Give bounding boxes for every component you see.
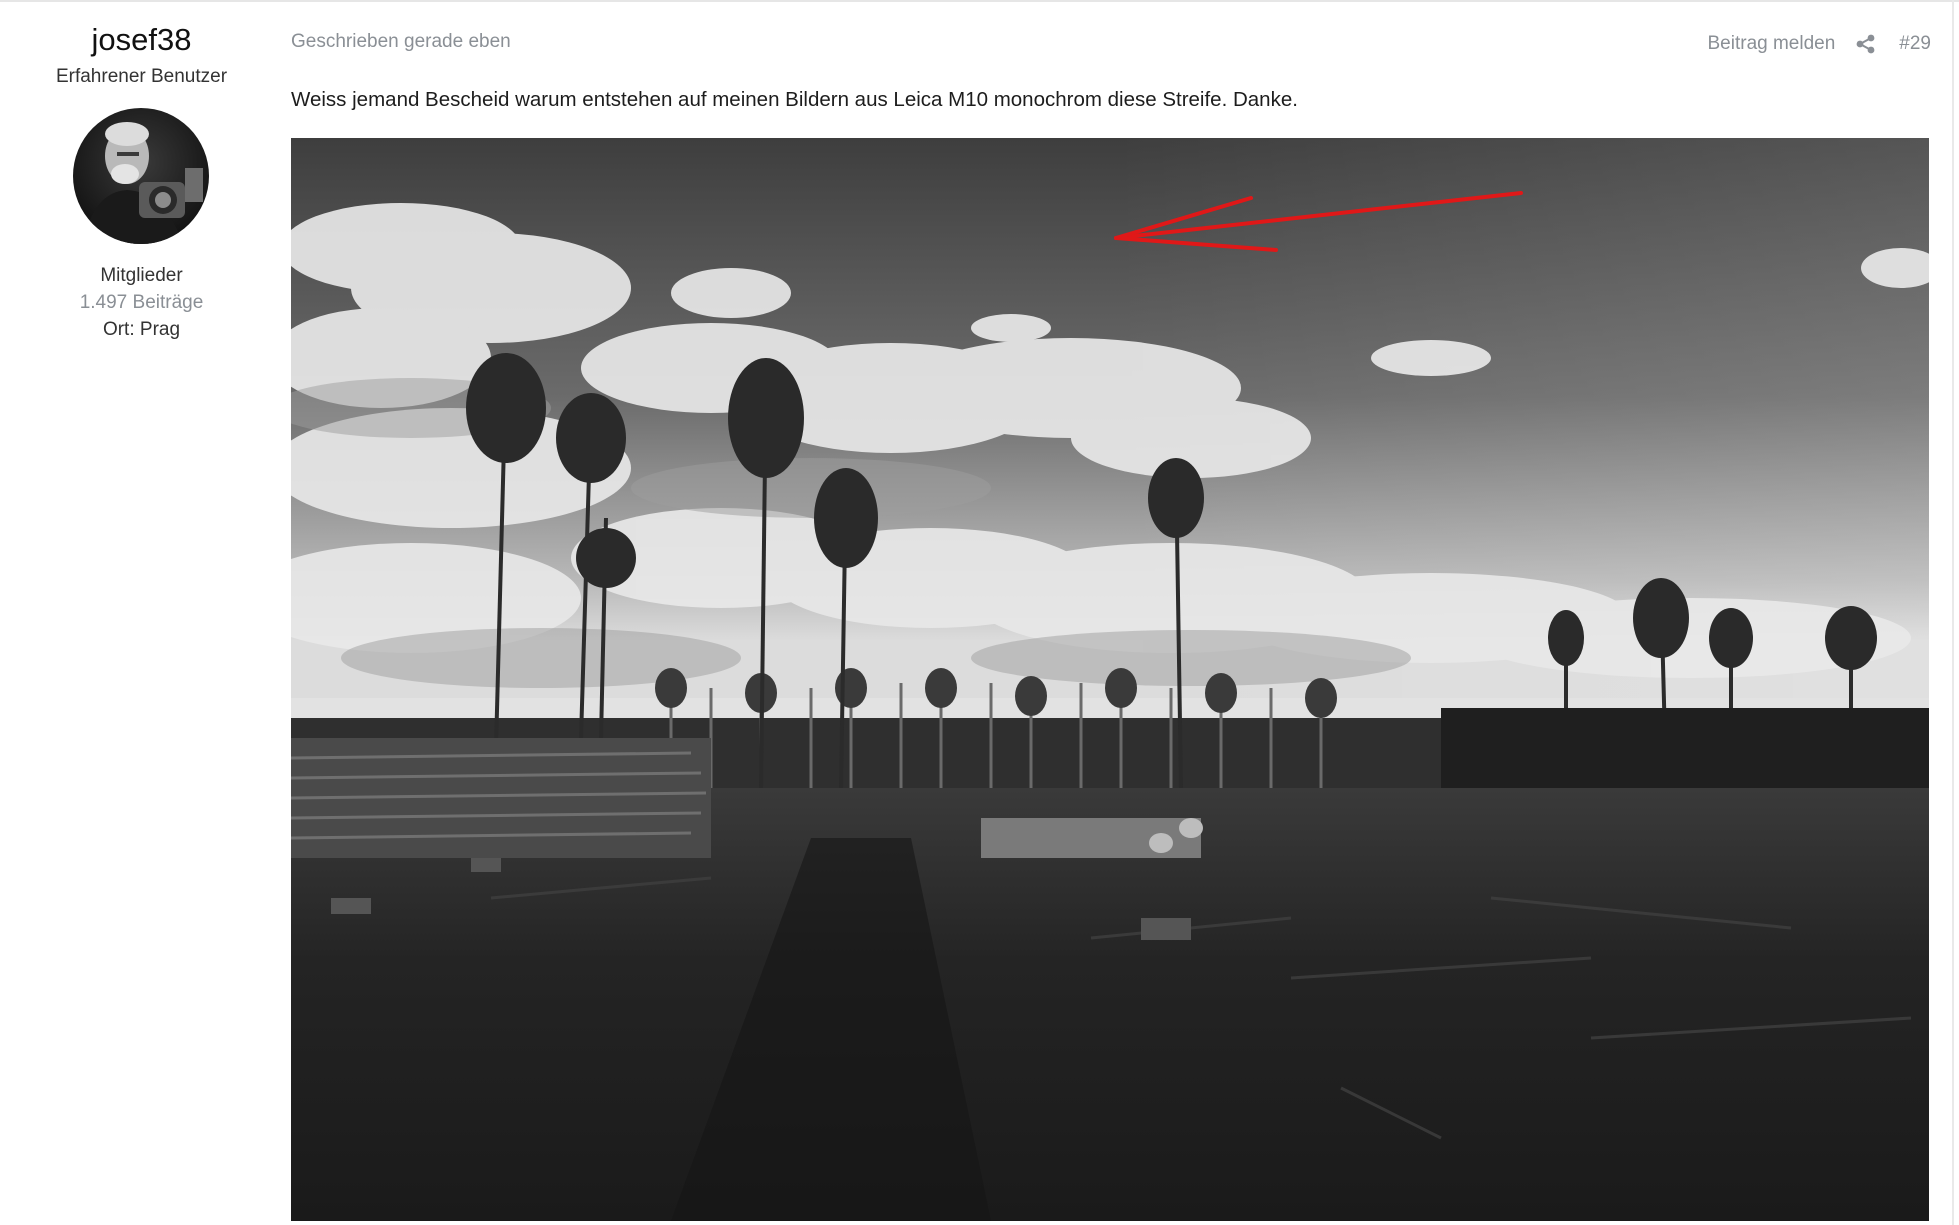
author-panel: josef38 Erfahrener Benutzer Mitglieder 1… (0, 0, 283, 1225)
post-tools: Beitrag melden #29 (1708, 33, 1932, 55)
author-post-count: 1.497 Beiträge (79, 292, 204, 313)
author-location: Ort: Prag (102, 319, 181, 340)
author-rank: Erfahrener Benutzer (55, 66, 228, 87)
avatar[interactable] (73, 108, 209, 244)
author-name-link[interactable]: josef38 (0, 22, 283, 58)
post-number-link[interactable]: #29 (1899, 33, 1931, 55)
top-divider (0, 0, 1959, 2)
author-group: Mitglieder (100, 265, 183, 286)
black-and-white-forest-photo-icon (291, 138, 1929, 1221)
right-divider (1952, 0, 1954, 1225)
post-photo[interactable] (291, 138, 1929, 1221)
report-post-link[interactable]: Beitrag melden (1708, 33, 1836, 55)
post-body-text: Weiss jemand Bescheid warum entstehen au… (291, 88, 1298, 111)
share-icon[interactable] (1855, 33, 1877, 55)
post-timestamp: Geschrieben gerade eben (291, 31, 511, 52)
user-photo-avatar-icon (73, 108, 209, 244)
